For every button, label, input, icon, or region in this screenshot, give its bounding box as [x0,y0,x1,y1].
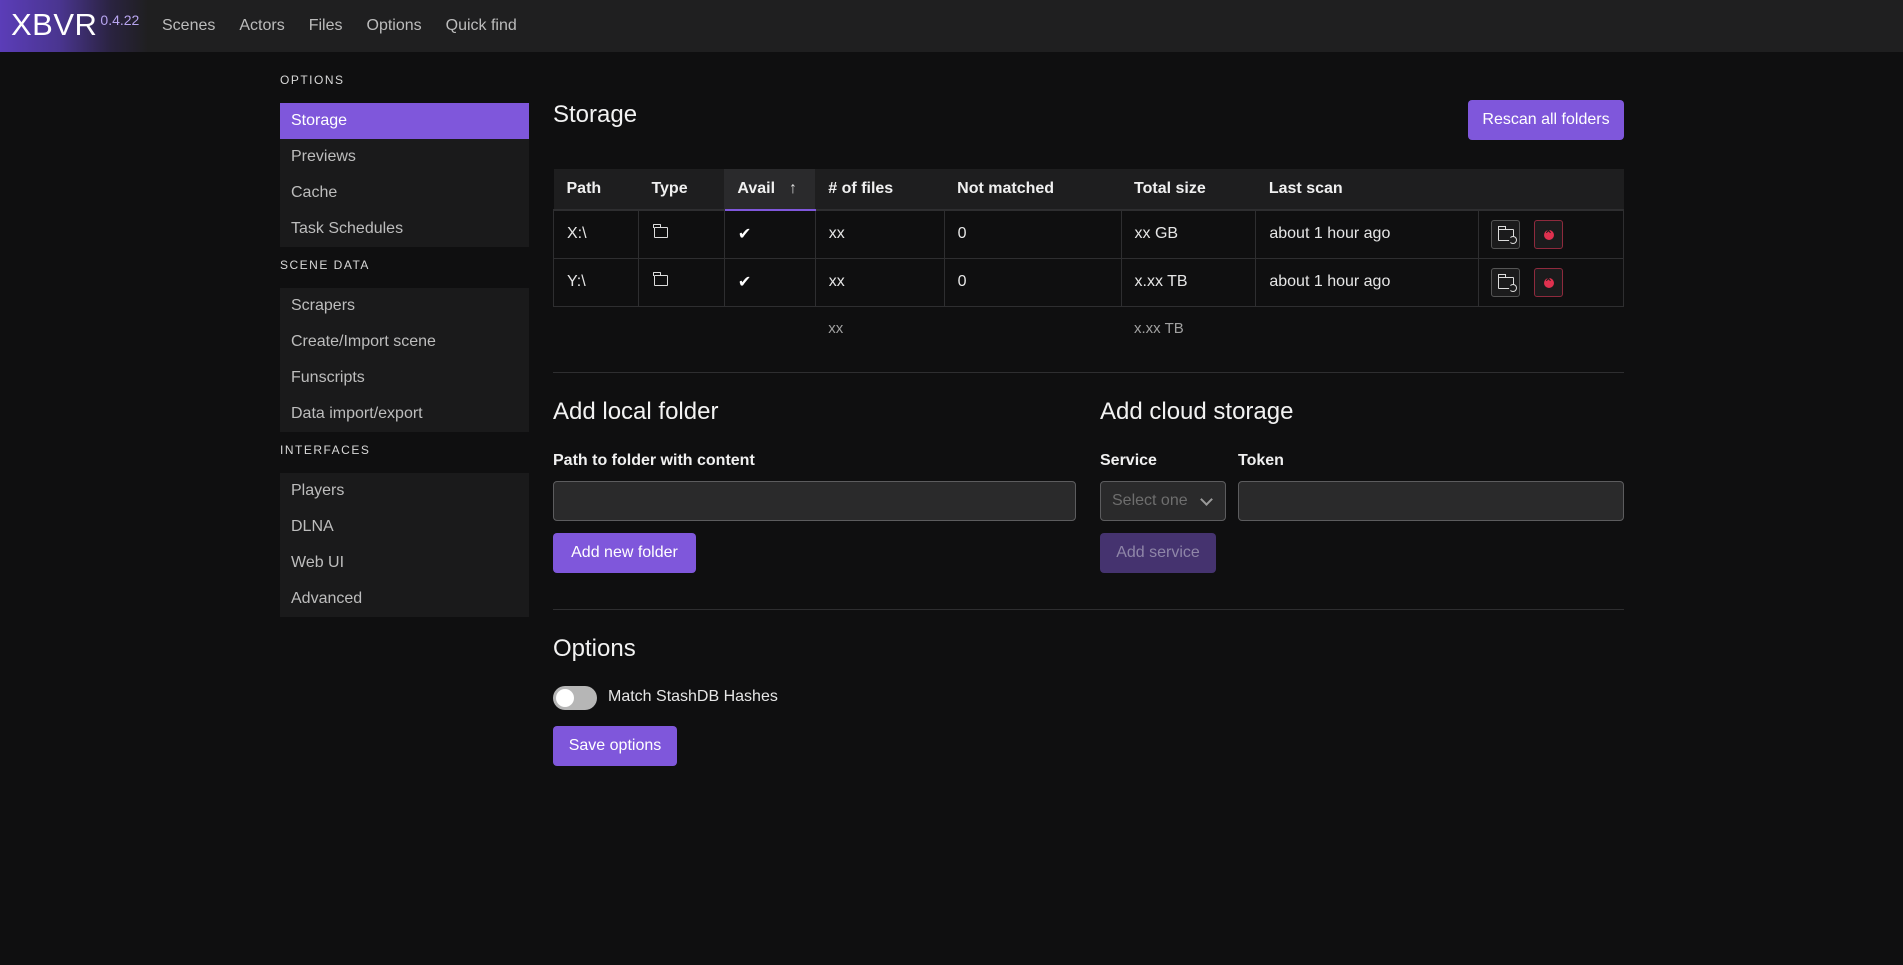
service-label: Service [1100,452,1157,469]
sidebar-item-previews[interactable]: Previews [280,139,529,175]
sidebar-item-advanced[interactable]: Advanced [280,581,529,617]
section-divider [553,609,1624,610]
nav-scenes[interactable]: Scenes [162,17,215,35]
service-select-value: Select one [1112,492,1188,509]
table-footer-row: xx x.xx TB [554,306,1624,350]
rescan-all-button[interactable]: Rescan all folders [1468,100,1624,140]
cell-avail: ✔ [723,209,816,259]
folder-refresh-icon [1497,225,1518,244]
cell-last-scan: about 1 hour ago [1255,209,1480,259]
top-navbar: XBVR 0.4.22 Scenes Actors Files Options … [0,0,1903,52]
cell-not-matched: 0 [943,209,1122,259]
sidebar-item-data-import-export[interactable]: Data import/export [280,396,529,432]
cell-total-size: xx GB [1120,209,1257,259]
sidebar-group-options: Storage Previews Cache Task Schedules [280,103,529,247]
cell-files: xx [814,257,945,307]
rescan-folder-button[interactable] [1491,219,1521,249]
cell-last-scan: about 1 hour ago [1255,257,1480,307]
toggle-knob [556,689,574,707]
chevron-down-icon [1200,493,1213,506]
path-label: Path to folder with content [553,452,755,469]
nav-actors[interactable]: Actors [239,17,284,35]
total-files: xx [828,319,844,337]
add-local-folder-title: Add local folder [553,398,719,425]
cell-path: X:\ [553,209,639,259]
check-icon: ✔ [737,226,752,244]
sidebar-section-interfaces: INTERFACES [280,443,371,457]
sidebar-item-dlna[interactable]: DLNA [280,509,529,545]
add-new-folder-button[interactable]: Add new folder [553,533,696,573]
sidebar-item-funscripts[interactable]: Funscripts [280,360,529,396]
page-title: Storage [553,101,638,128]
cell-total-size: x.xx TB [1120,257,1257,307]
nav-quick-find[interactable]: Quick find [446,17,517,35]
storage-table: Path Type Avail ↑ # of files Not matched … [553,169,1624,350]
sidebar-group-interfaces: Players DLNA Web UI Advanced [280,473,529,617]
match-stashdb-label: Match StashDB Hashes [608,688,778,705]
col-type[interactable]: Type [638,169,725,211]
delete-folder-button[interactable] [1533,219,1563,249]
folder-refresh-icon [1497,273,1518,292]
cell-actions [1478,209,1624,259]
col-actions [1478,169,1624,211]
cell-actions [1478,257,1624,307]
path-input[interactable] [553,481,1076,521]
cell-type [637,257,725,307]
col-path[interactable]: Path [553,169,639,211]
sidebar-item-web-ui[interactable]: Web UI [280,545,529,581]
options-title: Options [553,635,636,662]
service-select[interactable]: Select one [1100,481,1226,521]
add-service-button[interactable]: Add service [1100,533,1216,573]
add-cloud-storage-title: Add cloud storage [1100,398,1294,425]
cell-files: xx [814,209,945,259]
save-options-button[interactable]: Save options [553,726,677,766]
sidebar-item-storage[interactable]: Storage [280,103,529,139]
close-circle-icon [1543,274,1554,288]
token-input[interactable] [1238,481,1624,521]
sidebar-item-players[interactable]: Players [280,473,529,509]
sidebar-item-task-schedules[interactable]: Task Schedules [280,211,529,247]
section-divider [553,372,1624,373]
nav-files[interactable]: Files [309,17,343,35]
app-version: 0.4.22 [100,12,140,28]
sort-ascending-icon: ↑ [789,180,798,197]
sidebar-item-create-import-scene[interactable]: Create/Import scene [280,324,529,360]
close-circle-icon [1543,226,1554,240]
sidebar-item-cache[interactable]: Cache [280,175,529,211]
sidebar-group-scene-data: Scrapers Create/Import scene Funscripts … [280,288,529,432]
col-not-matched[interactable]: Not matched [944,169,1121,211]
nav-options[interactable]: Options [367,17,422,35]
cell-avail: ✔ [723,257,816,307]
col-avail-label: Avail [737,180,776,197]
folder-icon [653,272,668,286]
sidebar-section-scene-data: SCENE DATA [280,258,370,272]
match-stashdb-toggle[interactable] [553,686,597,710]
table-row: Y:\ ✔ xx 0 x.xx TB about 1 hour ago [553,257,1624,307]
table-row: X:\ ✔ xx 0 xx GB about 1 hour ago [553,209,1624,259]
total-size: x.xx TB [1134,319,1184,337]
brand-logo[interactable]: XBVR 0.4.22 [0,0,148,52]
col-total-size[interactable]: Total size [1121,169,1256,211]
sidebar-section-options: OPTIONS [280,73,345,87]
col-avail[interactable]: Avail ↑ [724,169,816,211]
check-icon: ✔ [737,274,752,291]
sidebar-item-scrapers[interactable]: Scrapers [280,288,529,324]
token-label: Token [1238,452,1284,469]
cell-not-matched: 0 [943,257,1122,307]
delete-folder-button[interactable] [1533,267,1563,297]
cell-type [637,209,725,259]
app-name: XBVR [11,7,98,42]
folder-icon [653,224,668,239]
rescan-folder-button[interactable] [1491,267,1521,297]
col-files[interactable]: # of files [815,169,945,211]
cell-path: Y:\ [553,257,639,307]
options-sidebar: OPTIONS Storage Previews Cache Task Sche… [280,52,529,628]
col-last-scan[interactable]: Last scan [1255,169,1479,211]
